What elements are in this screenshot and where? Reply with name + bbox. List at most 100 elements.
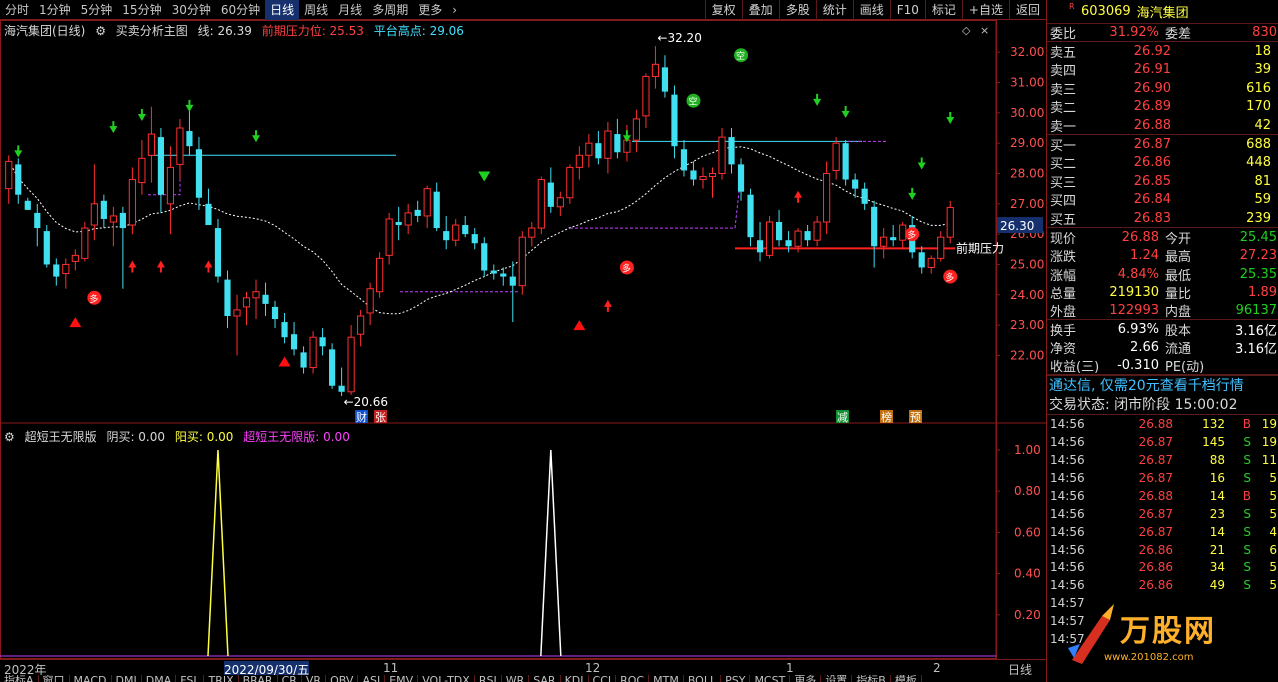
indicator-tab-11[interactable]: ASI — [358, 675, 386, 682]
indicator-tab-23[interactable]: MCST — [750, 675, 791, 682]
ask-row-0[interactable]: 卖五 26.92 18 — [1047, 42, 1278, 61]
badge-jian-text[interactable]: 减 — [837, 411, 848, 424]
indicator-tab-24[interactable]: 更多 — [790, 675, 822, 682]
tool-button-3[interactable]: 统计 — [815, 0, 853, 20]
bid-volume: 688 — [1246, 137, 1271, 153]
tool-button-0[interactable]: 复权 — [704, 0, 742, 20]
tick-time: 14:56 — [1050, 560, 1085, 575]
candle-body-down — [785, 240, 792, 247]
period-tab-6[interactable]: 日线 — [265, 0, 300, 20]
ask-row-3[interactable]: 卖二 26.89 170 — [1047, 98, 1278, 116]
collapse-diamond-icon[interactable]: ◇ — [962, 24, 971, 37]
tool-button-7[interactable]: +自选 — [961, 0, 1009, 20]
buy-triangle-icon — [573, 320, 586, 331]
tick-count: 6 — [1269, 542, 1277, 557]
indicator-tab-17[interactable]: KDJ — [561, 675, 589, 682]
legend-indicator[interactable]: 买卖分析主图 — [116, 24, 188, 38]
more-chevron-icon[interactable]: › — [447, 0, 462, 20]
indicator-tab-22[interactable]: PSY — [721, 675, 751, 682]
sub-spike — [540, 449, 562, 657]
candle-body-up — [252, 291, 260, 299]
level2-notice[interactable]: 通达信, 仅需20元查看千档行情 — [1047, 375, 1278, 395]
period-tab-0[interactable]: 分时 — [0, 0, 34, 20]
candle-body-up — [585, 142, 593, 156]
indicator-tab-20[interactable]: MTM — [649, 675, 684, 682]
bid-row-2[interactable]: 买三 26.85 81 — [1047, 172, 1278, 191]
indicator-tab-10[interactable]: OBV — [326, 675, 359, 682]
tool-button-6[interactable]: 标记 — [924, 0, 962, 20]
ask-volume: 18 — [1254, 44, 1271, 60]
period-tab-3[interactable]: 15分钟 — [117, 0, 166, 20]
sub-indicator-name[interactable]: 超短王无限版 — [25, 430, 97, 444]
stat-value: 122993 — [1109, 303, 1159, 319]
badge-cai-text[interactable]: 财 — [356, 410, 367, 424]
indicator-tab-4[interactable]: DMA — [142, 675, 177, 682]
price-tick-label: 32.00 — [1010, 45, 1044, 59]
candle-body-down — [329, 349, 336, 386]
indicator-tab-6[interactable]: TRIX — [204, 675, 239, 682]
tool-button-2[interactable]: 多股 — [778, 0, 816, 20]
tool-button-4[interactable]: 画线 — [852, 0, 890, 20]
indicator-tab-27[interactable]: 模板 — [891, 675, 922, 682]
ask-row-1[interactable]: 卖四 26.91 39 — [1047, 61, 1278, 79]
period-tab-10[interactable]: 更多 — [413, 0, 447, 20]
period-tab-7[interactable]: 周线 — [299, 0, 333, 20]
indicator-tab-13[interactable]: VOL-TDX — [418, 675, 475, 682]
stat-value: 4.84% — [1117, 266, 1159, 282]
indicator-tab-3[interactable]: DMI — [112, 675, 142, 682]
indicator-tab-9[interactable]: VR — [302, 675, 327, 682]
tick-price: 26.86 — [1138, 578, 1173, 593]
bid-row-4[interactable]: 买五 26.83 239 — [1047, 209, 1278, 228]
stock-code[interactable]: 603069 — [1081, 4, 1131, 19]
bid-row-1[interactable]: 买二 26.86 448 — [1047, 154, 1278, 172]
candle-body-up — [566, 166, 574, 199]
tool-button-8[interactable]: 返回 — [1008, 0, 1046, 20]
close-pane-icon[interactable]: × — [980, 24, 989, 37]
ask-label: 卖一 — [1050, 119, 1077, 135]
badge-bang-text[interactable]: 榜 — [881, 410, 892, 424]
period-tab-2[interactable]: 5分钟 — [76, 0, 118, 20]
indicator-tab-26[interactable]: 指标B — [852, 675, 891, 682]
tool-button-5[interactable]: F10 — [889, 0, 925, 20]
sub-gear-icon[interactable]: ⚙ — [4, 430, 15, 444]
indicator-tab-18[interactable]: CCI — [589, 675, 617, 682]
tool-button-1[interactable]: 叠加 — [741, 0, 779, 20]
period-tab-4[interactable]: 30分钟 — [167, 0, 216, 20]
tick-volume: 21 — [1209, 542, 1225, 557]
indicator-tab-2[interactable]: MACD — [70, 675, 112, 682]
candle-body-up — [537, 179, 545, 229]
candle-body-up — [518, 236, 526, 287]
indicator-tab-19[interactable]: ROC — [616, 675, 650, 682]
sub-tick-label: 1.00 — [1014, 443, 1041, 457]
legend-gear-icon[interactable]: ⚙ — [95, 24, 106, 38]
indicator-tab-7[interactable]: BRAR — [239, 675, 278, 682]
indicator-tab-14[interactable]: RSI — [475, 675, 502, 682]
bid-row-3[interactable]: 买四 26.84 59 — [1047, 191, 1278, 209]
indicator-tab-5[interactable]: FSL — [176, 675, 205, 682]
stat-row-2: 涨幅 4.84% 最低 25.35 — [1047, 265, 1278, 284]
tick-row-6: 14:56 26.87 14 S 4 — [1047, 523, 1278, 541]
period-tab-8[interactable]: 月线 — [333, 0, 367, 20]
tick-direction: B — [1242, 417, 1251, 432]
period-tab-9[interactable]: 多周期 — [367, 0, 413, 20]
indicator-tab-21[interactable]: BOLL — [684, 675, 722, 682]
indicator-tab-1[interactable]: 窗口 — [39, 675, 70, 682]
kline-chart[interactable]: ◇ ×32.0031.0030.0029.0028.0027.0026.0025.… — [0, 20, 1046, 659]
period-tab-5[interactable]: 60分钟 — [216, 0, 265, 20]
candle-body-up — [946, 206, 954, 238]
indicator-tab-0[interactable]: 指标A — [0, 675, 39, 682]
indicator-tab-8[interactable]: CR — [278, 675, 302, 682]
indicator-tab-12[interactable]: EMV — [385, 675, 419, 682]
indicator-tab-16[interactable]: SAR — [529, 675, 561, 682]
period-tab-1[interactable]: 1分钟 — [34, 0, 76, 20]
ask-row-4[interactable]: 卖一 26.88 42 — [1047, 116, 1278, 135]
indicator-tab-15[interactable]: WR — [502, 675, 530, 682]
stat-label: 外盘 — [1050, 305, 1077, 321]
ask-row-2[interactable]: 卖三 26.90 616 — [1047, 79, 1278, 98]
indicator-tab-25[interactable]: 设置 — [821, 675, 853, 682]
badge-yu-text[interactable]: 预 — [910, 411, 921, 424]
stock-name[interactable]: 海汽集团 — [1137, 2, 1189, 21]
bid-row-0[interactable]: 买一 26.87 688 — [1047, 135, 1278, 154]
badge-zhang-text[interactable]: 张 — [375, 411, 386, 424]
candle-body-up — [528, 227, 536, 238]
